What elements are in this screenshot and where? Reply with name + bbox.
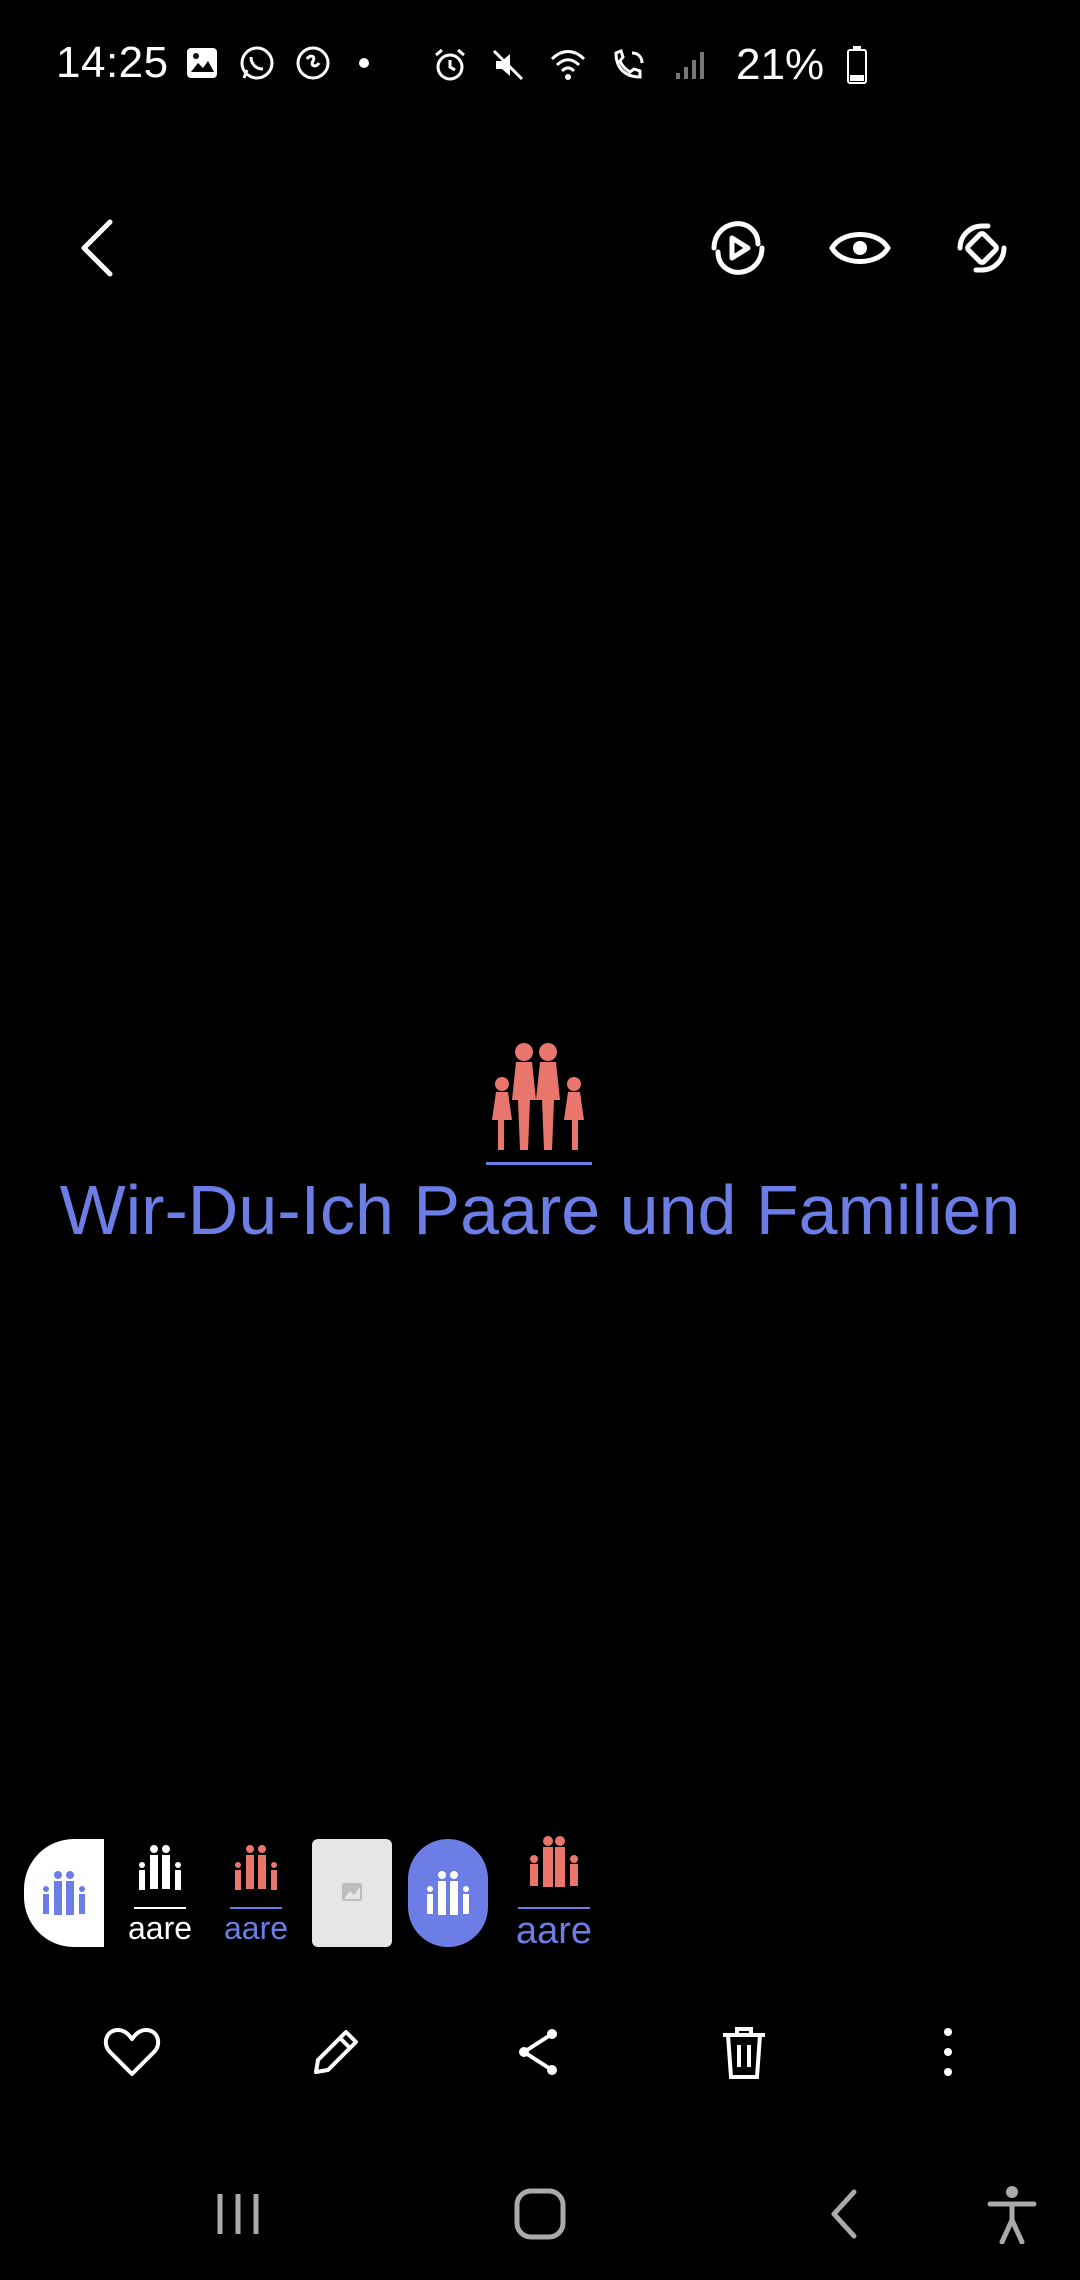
view-button[interactable] — [828, 216, 892, 280]
motion-photo-button[interactable] — [706, 216, 770, 280]
home-button[interactable] — [508, 2182, 572, 2246]
thumbnail-2-divider — [134, 1907, 186, 1909]
thumbnail-6-label: aare — [515, 1910, 593, 1952]
thumbnail-6-divider — [518, 1907, 590, 1909]
back-nav-button[interactable] — [812, 2182, 876, 2246]
recents-icon — [212, 2188, 264, 2240]
rotate-icon — [952, 218, 1012, 278]
eye-icon — [828, 226, 892, 270]
mute-icon — [490, 47, 526, 83]
placeholder-image-icon — [342, 1883, 362, 1901]
favorite-button[interactable] — [100, 2020, 164, 2084]
battery-icon — [846, 45, 868, 85]
shazam-icon — [294, 44, 332, 82]
share-button[interactable] — [506, 2020, 570, 2084]
status-left-icons — [184, 44, 378, 82]
logo-divider — [486, 1162, 592, 1165]
share-icon — [510, 2024, 566, 2080]
edit-button[interactable] — [304, 2020, 368, 2084]
thumbnail-3[interactable]: aare — [216, 1839, 296, 1947]
rotate-button[interactable] — [950, 216, 1014, 280]
more-options-button[interactable] — [916, 2020, 980, 2084]
battery-percent: 21% — [736, 40, 825, 89]
status-bar: 14:25 21% — [0, 0, 1080, 130]
home-icon — [512, 2186, 568, 2242]
thumbnail-1[interactable] — [24, 1839, 104, 1947]
wifi-icon — [548, 47, 588, 83]
thumbnail-4[interactable] — [312, 1839, 392, 1947]
system-nav-bar — [0, 2160, 1080, 2260]
thumbnail-strip: aare aare aare — [24, 1836, 604, 1952]
top-actions — [706, 216, 1014, 280]
whatsapp-icon — [238, 44, 276, 82]
top-bar — [0, 200, 1080, 300]
gallery-icon — [184, 45, 220, 81]
back-button[interactable] — [66, 216, 130, 280]
logo-text: Wir-Du-Ich Paare und Familien — [59, 1171, 1021, 1249]
family-logo-icon — [486, 1040, 592, 1160]
more-vertical-icon — [938, 2024, 958, 2080]
thumbnail-2-label: aare — [127, 1910, 193, 1946]
dot-icon — [350, 49, 378, 77]
signal-icon — [672, 47, 708, 83]
thumbnail-3-divider — [230, 1907, 282, 1909]
trash-icon — [719, 2023, 769, 2081]
action-bar — [0, 2000, 1080, 2100]
pencil-icon — [308, 2024, 364, 2080]
status-time: 14:25 — [56, 38, 169, 87]
accessibility-button[interactable] — [980, 2182, 1044, 2246]
chevron-left-icon — [78, 218, 118, 278]
thumbnail-2[interactable]: aare — [120, 1839, 200, 1947]
delete-button[interactable] — [712, 2020, 776, 2084]
thumbnail-5[interactable] — [408, 1839, 488, 1947]
motion-photo-icon — [708, 218, 768, 278]
accessibility-icon — [984, 2184, 1040, 2244]
alarm-icon — [432, 47, 468, 83]
heart-icon — [102, 2026, 162, 2078]
back-icon — [824, 2186, 864, 2242]
wifi-call-icon — [610, 47, 650, 83]
thumbnail-6[interactable]: aare — [504, 1833, 604, 1953]
status-right-icons: 21% — [432, 40, 868, 90]
recents-button[interactable] — [206, 2182, 270, 2246]
image-viewer[interactable]: Wir-Du-Ich Paare und Familien — [0, 1020, 1080, 1280]
thumbnail-3-label: aare — [223, 1910, 289, 1946]
